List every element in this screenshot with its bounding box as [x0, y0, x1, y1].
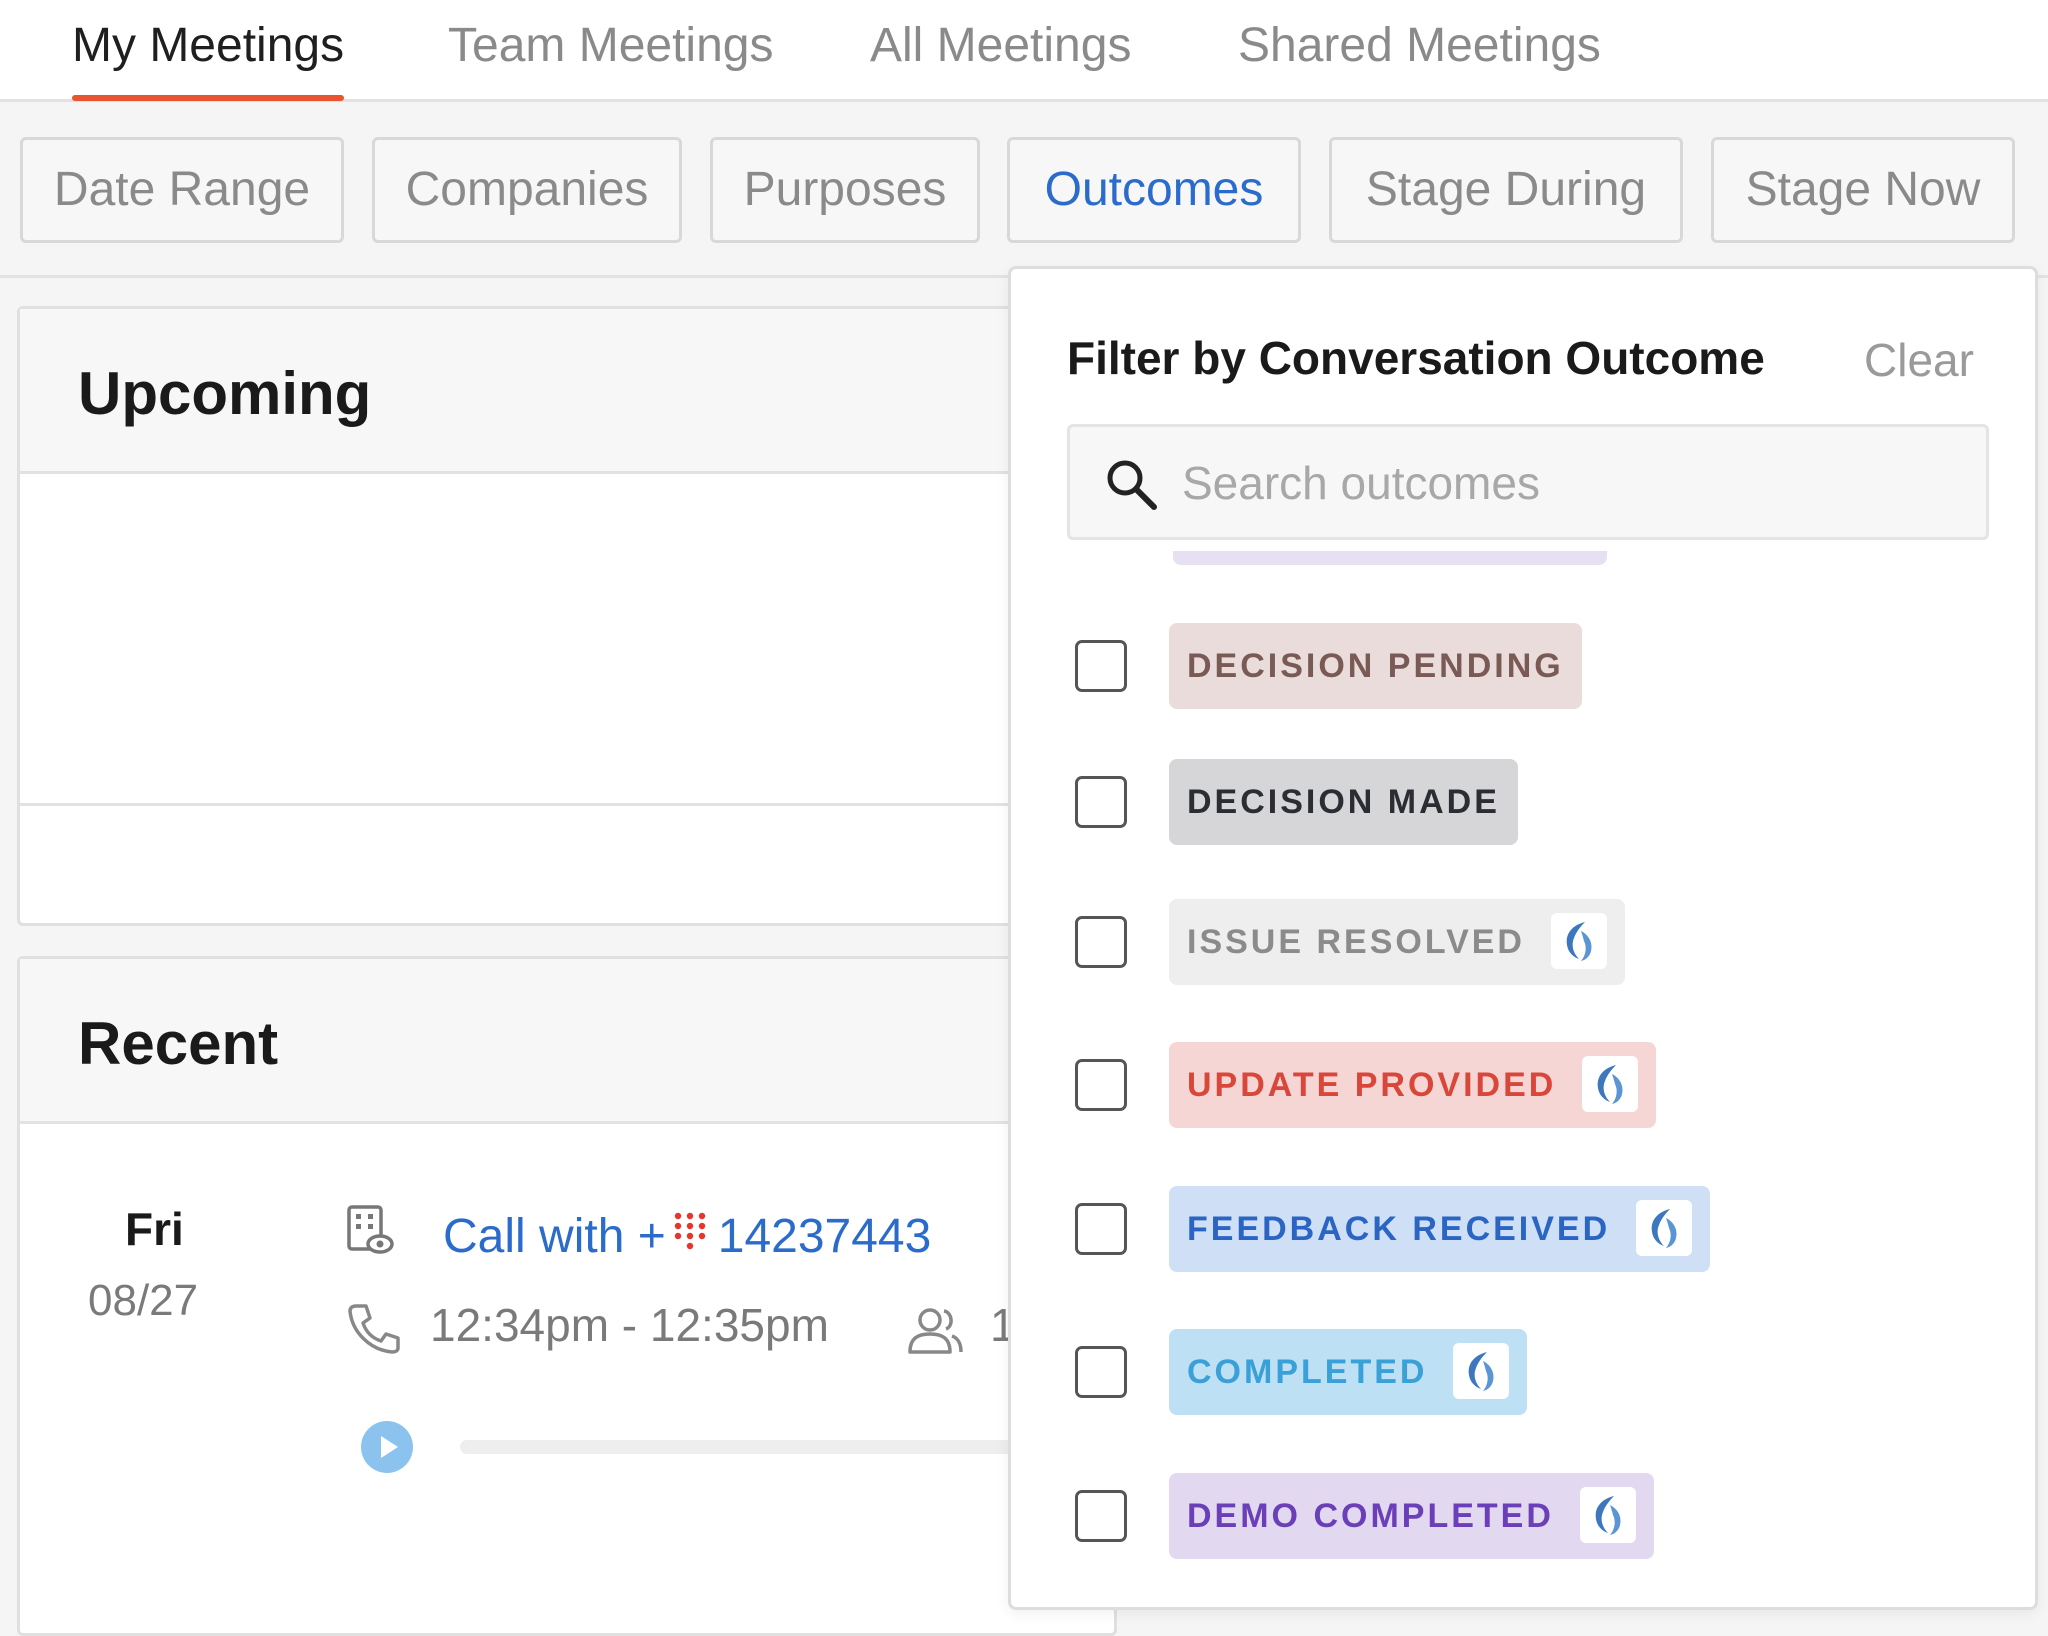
- purposes-filter-button[interactable]: Purposes: [710, 137, 980, 243]
- dropdown-title: Filter by Conversation Outcome: [1067, 332, 1765, 384]
- outreach-logo-icon: [1453, 1343, 1510, 1400]
- recent-header: Recent: [20, 959, 1114, 1124]
- recording-progress-bar[interactable]: [460, 1440, 1020, 1454]
- outreach-logo-icon: [1579, 1487, 1636, 1544]
- outcome-checkbox[interactable]: [1075, 1346, 1127, 1398]
- people-icon: [908, 1308, 963, 1354]
- meeting-title-prefix: Call with +: [443, 1210, 666, 1263]
- tab-my-meetings[interactable]: My Meetings: [72, 14, 345, 101]
- stage-during-filter-button[interactable]: Stage During: [1329, 137, 1683, 243]
- outreach-logo-icon: [1636, 1200, 1693, 1257]
- dialpad-icon: [674, 1212, 705, 1250]
- outcome-pill[interactable]: FEEDBACK RECEIVED: [1169, 1186, 1711, 1272]
- tab-team-meetings[interactable]: Team Meetings: [448, 14, 773, 98]
- outcome-pill[interactable]: DECISION PENDING: [1169, 623, 1582, 709]
- meeting-title-number: 14237443: [717, 1210, 932, 1263]
- outcome-label: DECISION PENDING: [1187, 647, 1564, 685]
- outreach-logo-icon: [1582, 1056, 1639, 1113]
- outcome-checkbox[interactable]: [1075, 916, 1127, 968]
- outcome-label: COMPLETED: [1187, 1353, 1428, 1391]
- divider: [20, 803, 1114, 806]
- outcome-label: DECISION MADE: [1187, 783, 1500, 821]
- outcome-pill[interactable]: ISSUE RESOLVED: [1169, 899, 1625, 985]
- outreach-logo-icon: [1551, 913, 1607, 970]
- outcome-label: DEMO COMPLETED: [1187, 1497, 1554, 1535]
- meeting-time: 12:34pm - 12:35pm: [430, 1299, 829, 1351]
- meeting-date: 08/27: [88, 1276, 199, 1325]
- building-eye-icon: [347, 1205, 394, 1254]
- clear-button[interactable]: Clear: [1864, 333, 1974, 387]
- outcome-checkbox[interactable]: [1075, 1059, 1127, 1111]
- phone-icon: [348, 1304, 400, 1354]
- outcome-checkbox[interactable]: [1075, 640, 1127, 692]
- tab-shared-meetings[interactable]: Shared Meetings: [1238, 14, 1601, 98]
- date-range-filter-button[interactable]: Date Range: [20, 137, 344, 243]
- outcome-label: FEEDBACK RECEIVED: [1187, 1210, 1611, 1248]
- upcoming-title: Upcoming: [78, 360, 372, 427]
- recent-title: Recent: [78, 1010, 279, 1077]
- play-icon[interactable]: [360, 1420, 414, 1474]
- outcome-checkbox[interactable]: [1075, 1203, 1127, 1255]
- outcomes-filter-button[interactable]: Outcomes: [1007, 137, 1301, 243]
- outcome-checkbox[interactable]: [1075, 776, 1127, 828]
- meeting-title-link[interactable]: Call with + 14237443: [443, 1207, 1013, 1267]
- upcoming-card: Upcoming: [17, 306, 1117, 926]
- upcoming-header: Upcoming: [20, 309, 1114, 474]
- search-outcomes-input[interactable]: [1180, 445, 1964, 521]
- meetings-tabs: My Meetings Team Meetings All Meetings S…: [0, 0, 2048, 102]
- search-outcomes-field: [1067, 424, 1989, 540]
- outcome-checkbox[interactable]: [1075, 1490, 1127, 1542]
- outcome-pill[interactable]: DECISION MADE: [1169, 759, 1518, 845]
- outcome-label: UPDATE PROVIDED: [1187, 1066, 1557, 1104]
- outcome-filter-dropdown: Filter by Conversation Outcome Clear DEC…: [1008, 266, 2038, 1610]
- tab-all-meetings[interactable]: All Meetings: [870, 14, 1131, 98]
- search-icon: [1107, 460, 1157, 510]
- filter-bar: Date Range Companies Purposes Outcomes S…: [0, 102, 2048, 278]
- outcome-label: ISSUE RESOLVED: [1187, 923, 1525, 961]
- meeting-day: Fri: [125, 1203, 184, 1255]
- outcome-pill[interactable]: UPDATE PROVIDED: [1169, 1042, 1657, 1128]
- stage-now-filter-button[interactable]: Stage Now: [1711, 137, 2015, 243]
- outcome-pill[interactable]: DEMO COMPLETED: [1169, 1473, 1654, 1559]
- outcome-pill[interactable]: COMPLETED: [1169, 1329, 1528, 1415]
- scrolled-outcome-pill: [1173, 551, 1607, 565]
- companies-filter-button[interactable]: Companies: [372, 137, 682, 243]
